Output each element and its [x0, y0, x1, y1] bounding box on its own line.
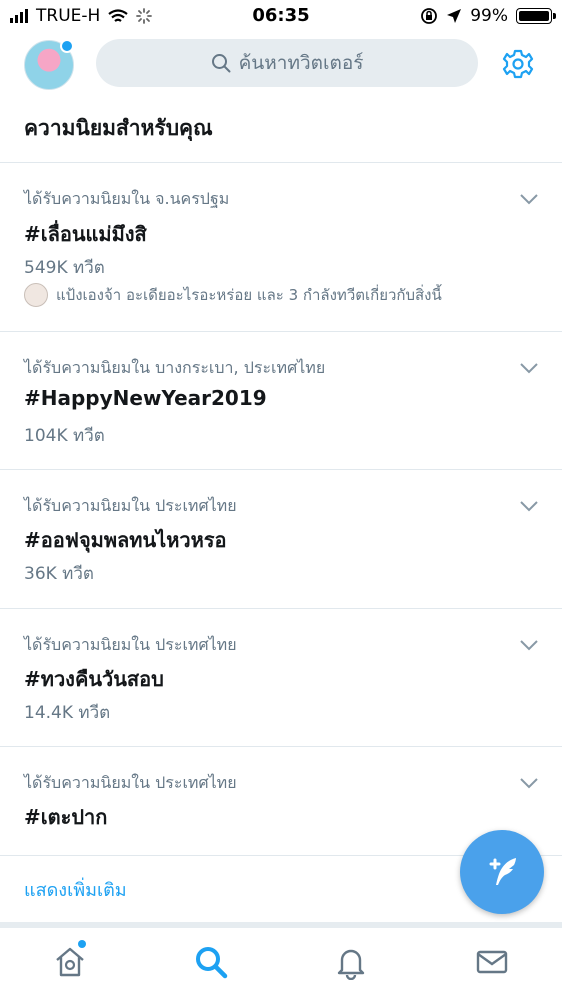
trend-context: ได้รับความนิยมใน บางกระเบา, ประเทศไทย — [24, 358, 326, 377]
chevron-down-icon[interactable] — [520, 639, 538, 651]
trend-context: ได้รับความนิยมใน จ.นครปฐม — [24, 189, 230, 208]
trend-hashtag: #HappyNewYear2019 — [24, 386, 267, 410]
search-placeholder: ค้นหาทวิตเตอร์ — [238, 52, 364, 74]
search-bar[interactable]: ค้นหาทวิตเตอร์ — [96, 39, 478, 87]
compose-tweet-button[interactable] — [460, 830, 544, 914]
trend-hashtag: #ทวงคืนวันสอบ — [24, 667, 164, 691]
trend-item[interactable]: ได้รับความนิยมใน จ.นครปฐม #เลื่อนแม่มึงส… — [0, 163, 562, 331]
search-icon — [211, 54, 231, 73]
chevron-down-icon[interactable] — [520, 362, 538, 374]
trend-item[interactable]: ได้รับความนิยมใน ประเทศไทย #ออฟจุมพลทนไห… — [0, 470, 562, 608]
show-more-link[interactable]: แสดงเพิ่มเติม — [24, 875, 127, 904]
trend-item[interactable]: ได้รับความนิยมใน บางกระเบา, ประเทศไทย #H… — [0, 332, 562, 470]
mail-icon[interactable] — [474, 944, 510, 980]
trend-item[interactable]: ได้รับความนิยมใน ประเทศไทย #ทวงคืนวันสอบ… — [0, 609, 562, 747]
section-title: ความนิยมสำหรับคุณ — [24, 116, 213, 140]
chevron-down-icon[interactable] — [520, 193, 538, 205]
status-bar: TRUE-H 06:35 99% — [0, 0, 562, 32]
location-arrow-icon — [447, 9, 462, 23]
avatar — [24, 283, 48, 307]
trend-tweet-count: 104K ทวีต — [24, 426, 105, 446]
trend-context: ได้รับความนิยมใน ประเทศไทย — [24, 773, 237, 792]
trend-social-context: แป้งเองจ้า อะเดียอะไรอะหร่อย และ 3 กำลัง… — [24, 283, 442, 307]
home-icon[interactable] — [52, 944, 88, 980]
trend-context: ได้รับความนิยมใน ประเทศไทย — [24, 635, 237, 654]
top-bar: ค้นหาทวิตเตอร์ — [0, 32, 562, 94]
battery-percent: 99% — [470, 6, 508, 26]
trend-tweet-count: 549K ทวีต — [24, 258, 105, 278]
trend-tweet-count: 14.4K ทวีต — [24, 703, 111, 723]
chevron-down-icon[interactable] — [520, 500, 538, 512]
trend-tweet-count: 36K ทวีต — [24, 564, 94, 584]
orientation-lock-icon — [421, 8, 438, 24]
gear-icon[interactable] — [500, 46, 536, 82]
trend-hashtag: #เลื่อนแม่มึงสิ — [24, 222, 147, 246]
chevron-down-icon[interactable] — [520, 777, 538, 789]
notification-dot — [78, 940, 86, 948]
search-icon[interactable] — [193, 944, 229, 980]
bottom-tab-bar — [0, 928, 562, 1000]
battery-icon — [516, 8, 556, 24]
trend-social-text: แป้งเองจ้า อะเดียอะไรอะหร่อย และ 3 กำลัง… — [56, 286, 442, 304]
trend-context: ได้รับความนิยมใน ประเทศไทย — [24, 496, 237, 515]
notification-dot — [60, 39, 74, 53]
bell-icon[interactable] — [333, 944, 369, 980]
trend-hashtag: #ออฟจุมพลทนไหวหรอ — [24, 528, 227, 552]
compose-tweet-icon — [489, 858, 516, 885]
trend-hashtag: #เตะปาก — [24, 805, 108, 829]
